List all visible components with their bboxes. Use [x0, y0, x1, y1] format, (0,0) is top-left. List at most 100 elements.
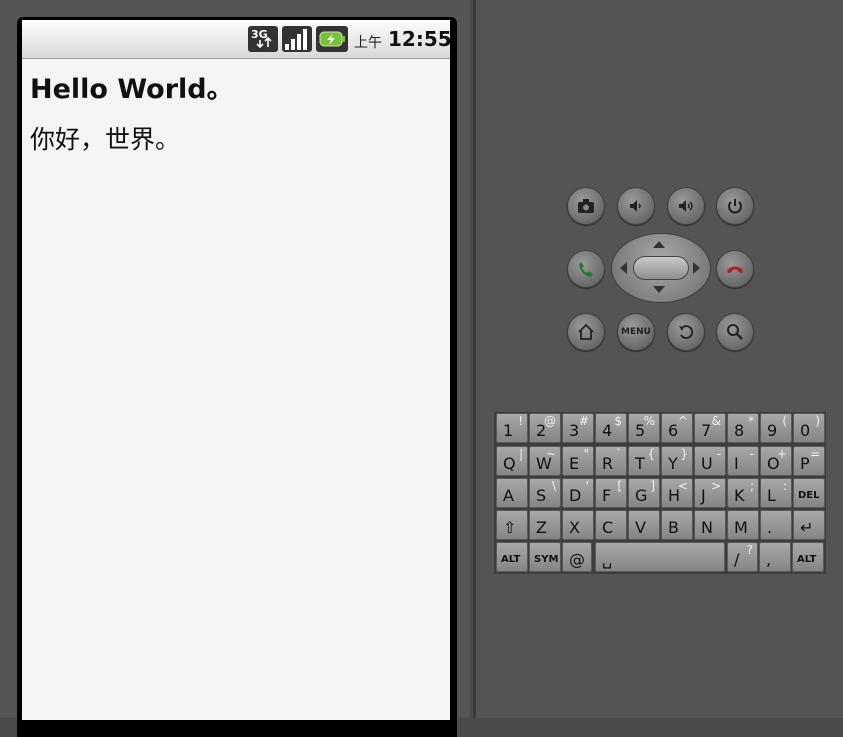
key-l[interactable]: L:: [760, 478, 792, 508]
battery-charging-icon: [316, 26, 348, 52]
key-alt-label: |: [518, 447, 523, 461]
key-label: Y: [668, 454, 678, 473]
key-7[interactable]: 7 &: [694, 413, 726, 443]
key-i[interactable]: I-: [727, 446, 759, 476]
alt-left-key[interactable]: ALT: [496, 542, 528, 572]
key-label: P: [800, 454, 810, 473]
menu-button[interactable]: MENU: [617, 313, 655, 351]
back-button[interactable]: [667, 313, 705, 351]
key-period[interactable]: .: [760, 510, 792, 540]
status-bar: 3G 上午 12:55: [22, 20, 450, 59]
home-button[interactable]: [567, 313, 605, 351]
key-u[interactable]: U-: [694, 446, 726, 476]
key-label: 7: [701, 421, 712, 440]
camera-button[interactable]: [567, 187, 605, 225]
key-p[interactable]: P =: [793, 446, 825, 476]
key-alt-label: >: [710, 479, 721, 493]
key-alt-label: `: [616, 447, 622, 461]
call-button[interactable]: [567, 250, 605, 288]
key-alt-label: #: [578, 414, 589, 428]
key-9[interactable]: 9(: [760, 413, 792, 443]
key-label: Q: [503, 454, 516, 473]
dpad-down-icon[interactable]: [650, 285, 668, 295]
key-0[interactable]: 0): [793, 413, 825, 443]
key-alt-label: [: [617, 479, 622, 493]
key-6[interactable]: 6 ^: [661, 413, 693, 443]
key-label: 0: [800, 421, 811, 440]
3g-network-icon: 3G: [248, 26, 278, 52]
key-d[interactable]: D ': [562, 478, 594, 508]
space-key[interactable]: ␣: [595, 542, 725, 572]
key-alt-label: ^: [677, 414, 688, 428]
key-j[interactable]: J >: [694, 478, 726, 508]
device-screen[interactable]: 3G 上午 12:55 Hello World。 你好，世界。: [22, 20, 450, 720]
key-v[interactable]: V: [628, 510, 660, 540]
key-alt-label: \: [551, 479, 556, 493]
key-8[interactable]: 8 *: [727, 413, 759, 443]
key-alt-label: @: [544, 414, 556, 428]
key-label: T: [635, 454, 645, 473]
dpad-up-icon[interactable]: [650, 239, 668, 249]
power-button[interactable]: [716, 187, 754, 225]
key-alt-label: (: [782, 414, 787, 428]
key-y[interactable]: Y}: [661, 446, 693, 476]
key-label: Z: [536, 518, 547, 537]
key-label: 6: [668, 421, 679, 440]
key-o[interactable]: O +: [760, 446, 792, 476]
key-alt-label: ;: [749, 479, 754, 493]
key-g[interactable]: G]: [628, 478, 660, 508]
key-x[interactable]: X: [562, 510, 594, 540]
key-2[interactable]: 2 @: [529, 413, 561, 443]
key-q[interactable]: Q |: [496, 446, 528, 476]
clock: 12:55: [388, 27, 450, 51]
key-m[interactable]: M: [727, 510, 759, 540]
key-r[interactable]: R `: [595, 446, 627, 476]
key-c[interactable]: C: [595, 510, 627, 540]
key-k[interactable]: K;: [727, 478, 759, 508]
key-label: C: [602, 518, 614, 537]
key-label: .: [767, 518, 773, 537]
dpad-left-icon[interactable]: [618, 259, 628, 277]
key-alt-label: }: [680, 447, 688, 461]
key-z[interactable]: Z: [529, 510, 561, 540]
sym-key[interactable]: SYM: [529, 542, 561, 572]
shift-key[interactable]: ⇧: [496, 510, 528, 540]
key-label: V: [635, 518, 646, 537]
key-1[interactable]: 1!: [496, 413, 528, 443]
key-alt-label: ': [585, 479, 589, 493]
alt-right-key[interactable]: ALT: [792, 542, 824, 572]
key-alt-label: :: [782, 479, 787, 493]
key-a[interactable]: A: [496, 478, 528, 508]
key-alt-label: ]: [650, 479, 655, 493]
key-5[interactable]: 5%: [628, 413, 660, 443]
key-s[interactable]: S \: [529, 478, 561, 508]
volume-down-button[interactable]: [617, 187, 655, 225]
key-alt-label: $: [614, 414, 622, 428]
key-t[interactable]: T{: [628, 446, 660, 476]
key-3[interactable]: 3 #: [562, 413, 594, 443]
volume-up-button[interactable]: [667, 187, 705, 225]
slash-key[interactable]: /?: [727, 542, 758, 572]
end-call-icon: [727, 266, 743, 273]
key-b[interactable]: B: [661, 510, 693, 540]
key-4[interactable]: 4 $: [595, 413, 627, 443]
signal-strength-icon: [282, 26, 312, 52]
key-w[interactable]: W ~: [529, 446, 561, 476]
dpad-right-icon[interactable]: [692, 259, 702, 277]
hello-world-text: Hello World。: [30, 74, 234, 105]
key-f[interactable]: F[: [595, 478, 627, 508]
key-alt-label: -: [749, 447, 754, 461]
key-h[interactable]: H <: [661, 478, 693, 508]
enter-key[interactable]: ↵: [793, 510, 825, 540]
delete-key[interactable]: DEL: [793, 478, 825, 508]
comma-key[interactable]: ,: [759, 542, 791, 572]
search-button[interactable]: [716, 313, 754, 351]
end-call-button[interactable]: [716, 250, 754, 288]
key-e[interactable]: E ": [562, 446, 594, 476]
key-label: DEL: [798, 490, 820, 501]
dpad-center-button[interactable]: [633, 256, 689, 280]
key-n[interactable]: N: [694, 510, 726, 540]
at-key[interactable]: @: [562, 542, 592, 572]
key-alt-label: {: [647, 447, 655, 461]
key-label: F: [602, 486, 612, 505]
